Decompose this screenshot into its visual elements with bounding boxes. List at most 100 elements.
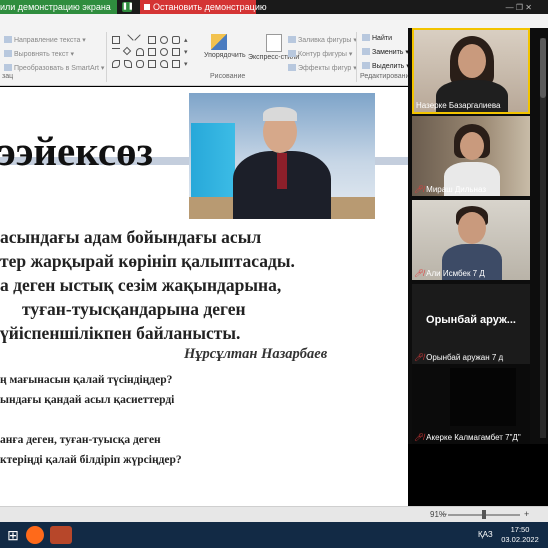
zoom-in-icon[interactable]: + xyxy=(524,509,529,519)
shape-textbox-icon[interactable] xyxy=(112,36,120,44)
participant-name-text: Али Исмбек 7 Д xyxy=(426,269,485,278)
shape-rectangle-icon[interactable] xyxy=(148,36,156,44)
share-status-label: или демонстрацию экрана xyxy=(0,0,117,14)
input-language[interactable]: ҚАЗ xyxy=(478,530,493,539)
dark-video-frame xyxy=(450,368,516,426)
portrait-photo[interactable] xyxy=(189,93,375,219)
shape-arc-icon[interactable] xyxy=(136,48,144,56)
outline-pen-icon xyxy=(288,50,296,57)
participant-tile[interactable]: 🎤︎̸ Мираш Дильназ xyxy=(412,116,530,196)
quote-line: а деген ыстық сезім жақындарына, xyxy=(0,275,282,295)
questions-list: ң мағынасын қалай түсіндіңдер? ындағы қа… xyxy=(0,370,182,470)
muted-mic-icon: 🎤︎̸ xyxy=(414,185,425,194)
participant-tile[interactable]: Назерке Базаргалиева xyxy=(412,28,530,114)
muted-mic-icon: 🎤︎̸ xyxy=(414,433,425,442)
text-direction-button[interactable]: Направление текста ▾ xyxy=(4,36,86,44)
face-shape xyxy=(460,132,484,160)
shape-effects-button[interactable]: Эффекты фигур ▾ xyxy=(288,64,357,72)
hair-shape xyxy=(263,107,297,121)
participant-video xyxy=(414,30,528,112)
shape-circle-icon[interactable] xyxy=(160,48,168,56)
replace-button[interactable]: Заменить ▾ xyxy=(362,48,409,56)
participant-tile[interactable]: Орынбай аруж... 🎤︎̸ Орынбай аружан 7 д xyxy=(412,284,530,364)
face-shape xyxy=(458,212,486,244)
stop-share-button[interactable]: Остановить демонстрацию xyxy=(140,0,267,14)
scrollbar-thumb[interactable] xyxy=(540,38,546,98)
quote-line: үйіспеншілікпен байланысты. xyxy=(0,323,241,343)
start-icon[interactable]: ⊞ xyxy=(4,526,22,544)
text-direction-label: Направление текста xyxy=(14,37,81,44)
drawing-group-label: Рисование xyxy=(210,73,246,80)
ribbon-separator xyxy=(356,32,357,82)
participant-name-text: Мираш Дильназ xyxy=(426,185,486,194)
participant-name: 🎤︎̸ Орынбай аружан 7 д xyxy=(414,353,503,362)
muted-mic-icon: 🎤︎̸ xyxy=(414,353,425,362)
zoom-slider-thumb[interactable] xyxy=(482,510,486,519)
shape-freeform-icon[interactable] xyxy=(124,60,132,68)
participant-tile[interactable]: 🎤︎̸ Али Исмбек 7 Д xyxy=(412,200,530,280)
participant-name: 🎤︎̸ Мираш Дильназ xyxy=(414,185,486,194)
participant-name-text: Акерке Калмагамбет 7"Д" xyxy=(426,433,521,442)
text-direction-icon xyxy=(4,36,12,43)
smartart-label: Преобразовать в SmartArt xyxy=(14,65,99,72)
shape-callout-icon[interactable] xyxy=(172,48,180,56)
slide-title: ээйексөз xyxy=(0,128,154,174)
question-line xyxy=(0,410,182,430)
shape-fill-button[interactable]: Заливка фигуры ▾ xyxy=(288,36,357,44)
align-text-button[interactable]: Выровнять текст ▾ xyxy=(4,50,74,58)
stop-share-label: Остановить демонстрацию xyxy=(153,2,267,12)
gallery-scroll-up-icon[interactable]: ▴ xyxy=(184,36,192,44)
find-label: Найти xyxy=(372,35,392,42)
shapes-gallery[interactable]: ▴ ▾ ▾ xyxy=(110,34,194,84)
shape-fill-label: Заливка фигуры xyxy=(298,37,352,44)
participant-video xyxy=(412,200,530,280)
slide-canvas[interactable]: ээйексөз асындағы адам бойындағы асыл те… xyxy=(0,87,408,506)
shape-block-arrow-icon[interactable] xyxy=(148,60,156,68)
editing-group-label: Редактирование xyxy=(360,73,414,80)
panel-scrollbar[interactable] xyxy=(540,38,546,438)
participant-name: 🎤︎̸ Али Исмбек 7 Д xyxy=(414,269,485,278)
question-line: ындағы қандай асыл қасиеттерді xyxy=(0,394,175,406)
quote-line: тер жарқырай көрініп қалыптасады. xyxy=(0,251,295,271)
shape-outline-button[interactable]: Контур фигуры ▾ xyxy=(288,50,352,58)
select-button[interactable]: Выделить ▾ xyxy=(362,62,410,70)
gallery-scroll-down-icon[interactable]: ▾ xyxy=(184,48,192,56)
pause-share-icon[interactable]: ❚❚ xyxy=(122,2,134,12)
participant-name: 🎤︎̸ Акерке Калмагамбет 7"Д" xyxy=(414,433,521,442)
align-text-icon xyxy=(4,50,12,57)
replace-icon xyxy=(362,48,370,55)
shape-star-icon[interactable] xyxy=(172,60,180,68)
arrange-button[interactable]: Упорядочить xyxy=(204,34,246,59)
shape-connector-icon[interactable] xyxy=(112,48,120,56)
zoom-out-icon[interactable]: − xyxy=(442,509,447,519)
shape-heart-icon[interactable] xyxy=(160,60,168,68)
shape-line-icon[interactable] xyxy=(122,34,134,46)
shape-outline-label: Контур фигуры xyxy=(298,51,347,58)
shape-curve-icon[interactable] xyxy=(112,60,120,68)
window-controls[interactable]: — ❐ ✕ xyxy=(506,3,532,12)
question-line: ң мағынасын қалай түсіндіңдер? xyxy=(0,374,173,386)
clock-time: 17:50 xyxy=(510,525,530,534)
shape-brace-icon[interactable] xyxy=(136,60,144,68)
tie-shape xyxy=(277,153,287,189)
paragraph-group-label: зац xyxy=(2,73,14,80)
gallery-more-icon[interactable]: ▾ xyxy=(184,60,192,68)
clock[interactable]: 17:50 03.02.2022 xyxy=(500,525,540,545)
smartart-button[interactable]: Преобразовать в SmartArt ▾ xyxy=(4,64,104,72)
powerpoint-icon[interactable] xyxy=(50,526,72,544)
shape-arrow-icon[interactable] xyxy=(134,34,146,46)
muted-mic-icon: 🎤︎̸ xyxy=(414,269,425,278)
shape-rounded-rect-icon[interactable] xyxy=(172,36,180,44)
select-label: Выделить xyxy=(372,63,405,70)
shape-bracket-icon[interactable] xyxy=(148,48,156,56)
participant-name: Назерке Базаргалиева xyxy=(416,101,501,110)
stop-icon xyxy=(144,4,150,10)
face-shape xyxy=(458,44,486,78)
firefox-icon[interactable] xyxy=(26,526,44,544)
shape-diamond-icon[interactable] xyxy=(122,46,132,56)
align-text-label: Выровнять текст xyxy=(14,51,69,58)
participant-tile[interactable]: 🎤︎̸ Акерке Калмагамбет 7"Д" xyxy=(412,364,530,444)
shape-oval-icon[interactable] xyxy=(160,36,168,44)
find-button[interactable]: Найти xyxy=(362,34,392,42)
quote-text: асындағы адам бойындағы асыл тер жарқыра… xyxy=(0,225,295,345)
